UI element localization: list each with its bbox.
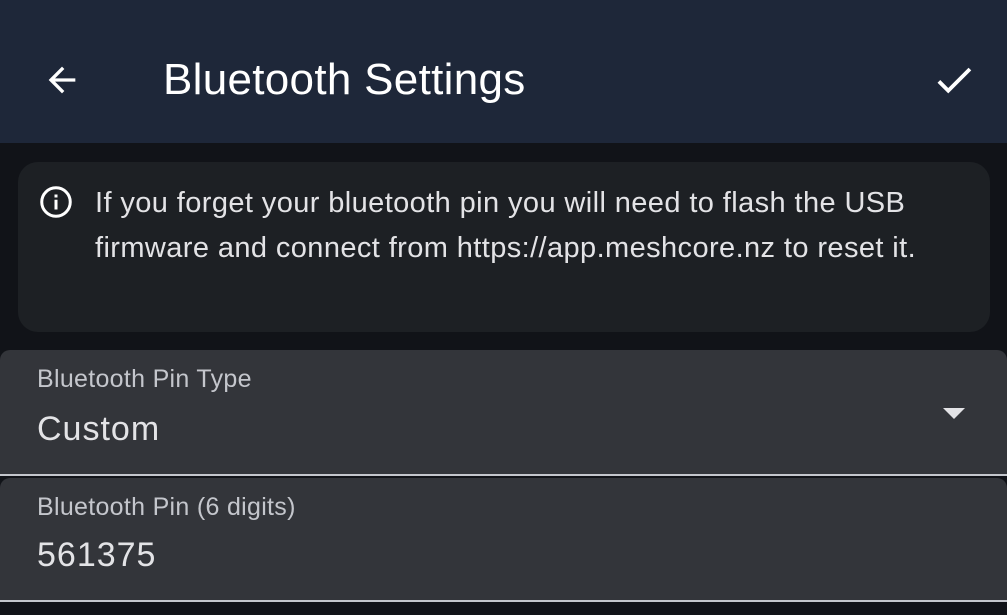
pin-type-value: Custom bbox=[37, 410, 161, 448]
check-icon bbox=[937, 67, 972, 94]
pin-type-label: Bluetooth Pin Type bbox=[37, 365, 252, 393]
arrow-back-icon bbox=[48, 66, 76, 94]
pin-value[interactable]: 561375 bbox=[37, 536, 156, 575]
info-message: If you forget your bluetooth pin you wil… bbox=[95, 187, 917, 264]
confirm-button[interactable] bbox=[922, 48, 986, 112]
info-icon bbox=[40, 186, 72, 218]
dropdown-arrow-icon[interactable] bbox=[942, 407, 966, 421]
page-title: Bluetooth Settings bbox=[163, 55, 526, 104]
back-button[interactable] bbox=[30, 50, 94, 110]
pin-label: Bluetooth Pin (6 digits) bbox=[37, 493, 296, 521]
pin-type-dropdown[interactable]: Bluetooth Pin Type Custom bbox=[0, 350, 1007, 476]
pin-input-field[interactable]: Bluetooth Pin (6 digits) 561375 bbox=[0, 478, 1007, 602]
